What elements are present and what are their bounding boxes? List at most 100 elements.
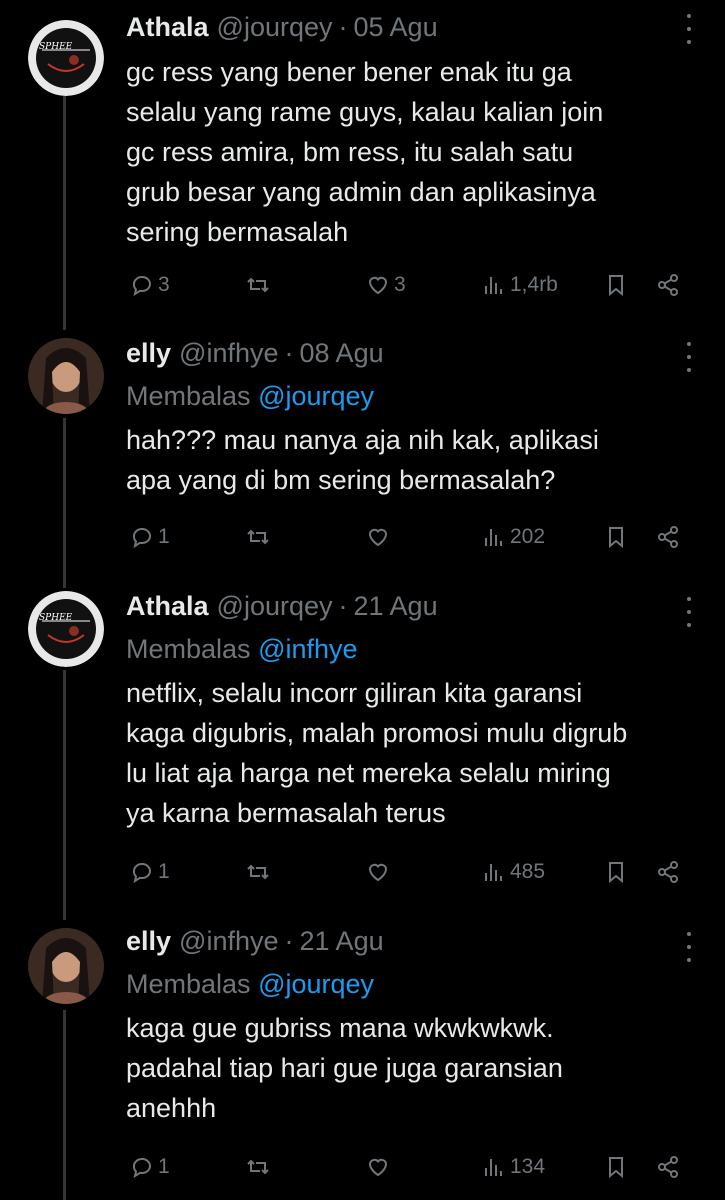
share-button[interactable] — [656, 855, 680, 889]
text-line: netflix, selalu incorr giliran kita gara… — [126, 678, 583, 708]
user-handle[interactable]: @jourqey — [217, 589, 333, 623]
views-button[interactable]: 202 — [482, 520, 545, 554]
user-handle[interactable]: @infhye — [179, 336, 278, 370]
display-name[interactable]: elly — [126, 924, 171, 958]
bookmark-button[interactable] — [604, 520, 628, 554]
bookmark-button[interactable] — [604, 855, 628, 889]
user-handle[interactable]: @infhye — [179, 924, 278, 958]
tweet-header: elly @infhye · 21 Agu — [126, 924, 685, 958]
reply-button[interactable]: 3 — [130, 268, 170, 302]
separator: · — [338, 591, 348, 621]
tweet[interactable]: SPHEE Athala @jourqey · 21 Agu Membalas … — [0, 585, 725, 915]
text-line: hah??? mau nanya aja nih kak, aplikasi — [126, 425, 599, 455]
like-count: 3 — [394, 273, 406, 296]
retweet-button[interactable] — [246, 268, 274, 302]
replying-to: Membalas @jourqey — [126, 378, 685, 414]
text-line: padahal tiap hari gue juga garansian — [126, 1053, 563, 1083]
display-name[interactable]: elly — [126, 336, 171, 370]
more-options-icon[interactable] — [683, 342, 695, 372]
views-button[interactable]: 134 — [482, 1150, 545, 1184]
display-name[interactable]: Athala — [126, 589, 209, 623]
views-button[interactable]: 485 — [482, 855, 545, 889]
retweet-button[interactable] — [246, 855, 274, 889]
text-line: grub besar yang admin dan aplikasinya — [126, 177, 596, 207]
more-options-icon[interactable] — [683, 932, 695, 962]
replying-to-label: Membalas — [126, 634, 251, 664]
tweet-header: Athala @jourqey · 05 Agu — [126, 10, 685, 44]
bookmark-icon — [609, 862, 623, 884]
action-bar: 1 134 — [126, 1150, 691, 1184]
text-line: ya karna bermasalah terus — [126, 798, 446, 828]
share-button[interactable] — [656, 1150, 680, 1184]
tweet[interactable]: elly @infhye · 21 Agu Membalas @jourqey … — [0, 920, 725, 1200]
more-options-icon[interactable] — [683, 14, 695, 44]
share-icon — [658, 1156, 678, 1178]
reply-icon — [132, 863, 151, 884]
replying-to: Membalas @infhye — [126, 631, 685, 667]
heart-icon — [368, 276, 388, 295]
views-count: 485 — [510, 860, 546, 883]
mention-link[interactable]: @jourqey — [258, 969, 374, 999]
bookmark-button[interactable] — [604, 268, 628, 302]
reply-icon — [132, 528, 151, 549]
mention-link[interactable]: @jourqey — [258, 381, 374, 411]
mention-link[interactable]: @infhye — [258, 634, 357, 664]
retweet-button[interactable] — [246, 1150, 274, 1184]
avatar[interactable]: SPHEE — [28, 591, 104, 667]
views-count: 134 — [510, 1155, 546, 1178]
text-line: kaga gue gubriss mana wkwkwkwk. — [126, 1013, 554, 1043]
heart-icon — [368, 528, 388, 547]
user-handle[interactable]: @jourqey — [217, 10, 333, 44]
avatar[interactable] — [28, 928, 104, 1004]
retweet-icon — [247, 277, 269, 293]
views-button[interactable]: 1,4rb — [482, 268, 558, 302]
retweet-icon — [247, 529, 269, 545]
share-icon — [658, 526, 678, 548]
photo-avatar-icon — [28, 928, 104, 1004]
like-button[interactable] — [366, 520, 394, 554]
display-name[interactable]: Athala — [126, 10, 209, 44]
like-button[interactable] — [366, 1150, 394, 1184]
like-button[interactable]: 3 — [366, 268, 406, 302]
bookmark-icon — [609, 527, 623, 549]
tweet-text: hah??? mau nanya aja nih kak, aplikasi a… — [126, 420, 685, 500]
reply-button[interactable]: 1 — [130, 1150, 170, 1184]
share-button[interactable] — [656, 268, 680, 302]
retweet-button[interactable] — [246, 520, 274, 554]
avatar[interactable]: SPHEE — [28, 20, 104, 96]
text-line: lu liat aja harga net mereka selalu miri… — [126, 758, 611, 788]
tweet[interactable]: SPHEE Athala @jourqey · 05 Agu gc ress y… — [0, 0, 725, 320]
reply-button[interactable]: 1 — [130, 520, 170, 554]
bookmark-button[interactable] — [604, 1150, 628, 1184]
share-button[interactable] — [656, 520, 680, 554]
like-button[interactable] — [366, 855, 394, 889]
text-line: selalu yang rame guys, kalau kalian join — [126, 97, 604, 127]
retweet-icon — [247, 1159, 269, 1175]
text-line: apa yang di bm sering bermasalah? — [126, 465, 556, 495]
reply-icon — [132, 1158, 151, 1179]
replying-to-label: Membalas — [126, 969, 251, 999]
text-line: sering bermasalah — [126, 217, 349, 247]
dark-logo-avatar-icon: SPHEE — [28, 591, 104, 667]
reply-count: 1 — [158, 525, 170, 548]
more-options-icon[interactable] — [683, 597, 695, 627]
tweet-date[interactable]: 21 Agu — [354, 589, 438, 623]
tweet-date[interactable]: 08 Agu — [300, 336, 384, 370]
action-bar: 1 202 — [126, 520, 691, 554]
tweet-date[interactable]: 21 Agu — [300, 924, 384, 958]
bookmark-icon — [609, 1157, 623, 1179]
reply-count: 1 — [158, 1155, 170, 1178]
tweet-header: elly @infhye · 08 Agu — [126, 336, 685, 370]
reply-button[interactable]: 1 — [130, 855, 170, 889]
bookmark-icon — [609, 275, 623, 297]
avatar[interactable] — [28, 338, 104, 414]
separator: · — [284, 338, 294, 368]
photo-avatar-icon — [28, 338, 104, 414]
text-line: anehhh — [126, 1093, 217, 1123]
tweet-text: netflix, selalu incorr giliran kita gara… — [126, 673, 685, 833]
tweet[interactable]: elly @infhye · 08 Agu Membalas @jourqey … — [0, 330, 725, 580]
share-icon — [658, 274, 678, 296]
dark-logo-avatar-icon: SPHEE — [28, 20, 104, 96]
views-count: 1,4rb — [510, 273, 558, 296]
tweet-date[interactable]: 05 Agu — [354, 10, 438, 44]
